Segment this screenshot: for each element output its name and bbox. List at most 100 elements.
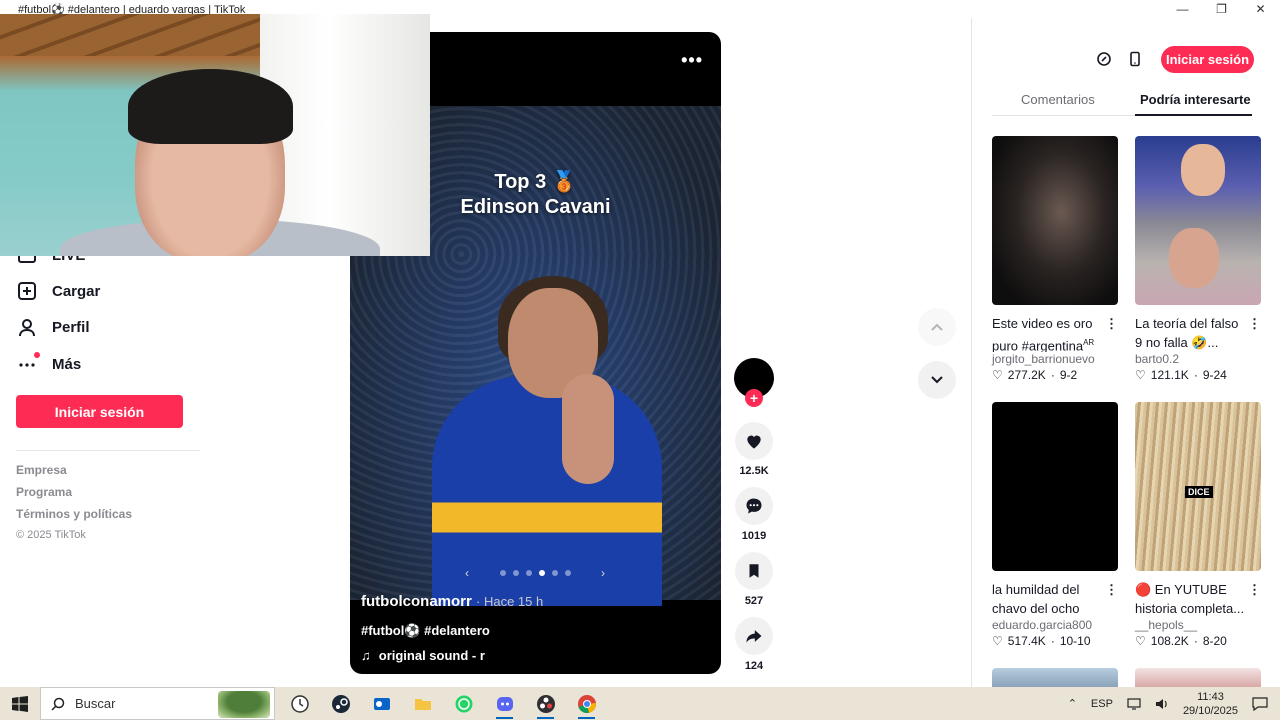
recommendation-user[interactable]: __hepols__ <box>1135 618 1261 632</box>
recommendation-title[interactable]: Este video es oro puro #argentinaAR ⋮ <box>992 314 1118 352</box>
recommendation-card[interactable]: DICE 🔴 En YUTUBE historia completa... ⋮ … <box>1135 402 1261 648</box>
clock-app-icon[interactable] <box>283 687 316 720</box>
volume-icon[interactable] <box>1155 698 1169 710</box>
stats-separator: · <box>1050 368 1055 382</box>
follow-button[interactable]: + <box>745 389 763 407</box>
author-name[interactable]: futbolconamorr <box>361 593 472 610</box>
outlook-icon[interactable] <box>365 687 398 720</box>
save-button[interactable] <box>735 552 773 590</box>
language-indicator[interactable]: ESP <box>1091 698 1113 710</box>
recommendation-card[interactable]: La teoría del falso 9 no falla 🤣... ⋮ ba… <box>1135 136 1261 382</box>
sound-name[interactable]: original sound - r <box>379 648 485 663</box>
card-more-icon[interactable]: ⋮ <box>1248 580 1261 599</box>
chevron-up-icon[interactable]: ⌃ <box>1068 697 1077 710</box>
comment-count: 1019 <box>741 530 767 542</box>
post-time: · Hace 15 h <box>476 594 544 609</box>
recommendation-user[interactable]: jorgito_barrionuevo <box>992 352 1118 366</box>
recommendation-title-text: Este video es oro puro #argentina <box>992 316 1093 352</box>
comment-icon <box>746 498 762 514</box>
recommendation-thumbnail[interactable] <box>992 402 1118 571</box>
coin-icon[interactable] <box>1096 51 1112 67</box>
sidebar-item-more[interactable]: Más <box>16 352 81 375</box>
sidebar-item-upload[interactable]: Cargar <box>16 280 100 302</box>
more-options-icon[interactable]: ••• <box>681 50 703 71</box>
maximize-button[interactable]: ❐ <box>1202 0 1241 18</box>
previous-video-button[interactable] <box>918 308 956 346</box>
carousel-dot[interactable] <box>512 570 519 576</box>
carousel-prev-button[interactable]: ‹ <box>465 566 469 580</box>
tab-comments[interactable]: Comentarios <box>1021 92 1095 107</box>
carousel-next-button[interactable]: › <box>601 566 605 580</box>
video-author[interactable]: futbolconamorr · Hace 15 h <box>361 593 543 610</box>
like-button[interactable] <box>735 422 773 460</box>
carousel-dots <box>499 570 571 576</box>
video-player-hands <box>562 374 614 484</box>
sidebar-login-button[interactable]: Iniciar sesión <box>16 395 183 428</box>
upload-icon <box>16 280 38 302</box>
recommendation-stats: ♡ 277.2K · 9-2 <box>992 368 1118 382</box>
recommendation-title[interactable]: 🔴 En YUTUBE historia completa... ⋮ <box>1135 580 1261 618</box>
discord-icon[interactable] <box>488 687 521 720</box>
carousel-dot[interactable] <box>525 570 532 576</box>
recommendation-stats: ♡ 108.2K · 8-20 <box>1135 634 1261 648</box>
profile-icon <box>16 316 38 338</box>
stats-separator: · <box>1193 368 1198 382</box>
video-sound[interactable]: ♫ original sound - r <box>361 648 485 663</box>
music-note-icon: ♫ <box>361 648 371 663</box>
recommendation-card[interactable]: Este video es oro puro #argentinaAR ⋮ jo… <box>992 136 1118 382</box>
header-login-button[interactable]: Iniciar sesión <box>1161 46 1254 73</box>
heart-outline-icon: ♡ <box>992 634 1003 648</box>
recommendation-thumbnail[interactable] <box>992 136 1118 305</box>
footer-link-program[interactable]: Programa <box>16 485 72 499</box>
stats-separator: · <box>1193 634 1198 648</box>
carousel-dot[interactable] <box>499 570 506 576</box>
recommendation-likes: 108.2K <box>1150 634 1189 648</box>
steam-icon[interactable] <box>324 687 357 720</box>
mobile-app-icon[interactable] <box>1127 51 1143 67</box>
share-icon <box>746 630 762 643</box>
recommendation-thumbnail[interactable] <box>1135 668 1261 687</box>
share-count: 124 <box>744 660 764 672</box>
country-badge: AR <box>1083 338 1095 347</box>
recommendation-thumbnail[interactable] <box>992 668 1118 687</box>
start-button[interactable] <box>0 687 40 720</box>
recommendation-thumbnail[interactable]: DICE <box>1135 402 1261 571</box>
file-explorer-icon[interactable] <box>406 687 439 720</box>
recommendation-user[interactable]: barto0.2 <box>1135 352 1261 366</box>
footer-link-company[interactable]: Empresa <box>16 463 67 477</box>
taskbar-search[interactable]: Buscar <box>40 687 275 720</box>
network-icon[interactable] <box>1127 697 1141 710</box>
pinned-apps <box>283 687 603 720</box>
notifications-icon[interactable] <box>1252 696 1268 711</box>
whatsapp-icon[interactable] <box>447 687 480 720</box>
recommendation-user[interactable]: eduardo.garcia800 <box>992 618 1118 632</box>
sidebar-item-profile[interactable]: Perfil <box>16 316 90 338</box>
next-video-button[interactable] <box>918 361 956 399</box>
footer-link-terms[interactable]: Términos y políticas <box>16 507 132 521</box>
right-panel-separator <box>971 18 972 688</box>
recommendation-thumbnail[interactable] <box>1135 136 1261 305</box>
system-tray: ⌃ ESP 11:43 29/10/2025 <box>1068 687 1280 720</box>
recommendation-title[interactable]: La teoría del falso 9 no falla 🤣... ⋮ <box>1135 314 1261 352</box>
thumbnail-face <box>1181 144 1225 196</box>
sidebar-item-label: Perfil <box>52 318 90 336</box>
video-hashtags[interactable]: #futbol⚽ #delantero <box>361 623 490 639</box>
tab-you-may-like[interactable]: Podría interesarte <box>1140 92 1251 107</box>
carousel-dot[interactable] <box>538 570 545 576</box>
recommendation-title[interactable]: la humildad del chavo del ocho ⋮ <box>992 580 1118 618</box>
system-clock[interactable]: 11:43 29/10/2025 <box>1183 690 1238 718</box>
chrome-icon[interactable] <box>570 687 603 720</box>
heart-icon <box>747 435 761 449</box>
comment-button[interactable] <box>735 487 773 525</box>
carousel-dot[interactable] <box>564 570 571 576</box>
card-more-icon[interactable]: ⋮ <box>1248 314 1261 333</box>
chevron-up-icon <box>931 323 943 331</box>
minimize-button[interactable]: — <box>1163 0 1202 18</box>
share-button[interactable] <box>735 617 773 655</box>
carousel-dot[interactable] <box>551 570 558 576</box>
close-window-button[interactable]: ✕ <box>1241 0 1280 18</box>
card-more-icon[interactable]: ⋮ <box>1105 314 1118 333</box>
card-more-icon[interactable]: ⋮ <box>1105 580 1118 599</box>
recommendation-card[interactable]: la humildad del chavo del ocho ⋮ eduardo… <box>992 402 1118 648</box>
obs-icon[interactable] <box>529 687 562 720</box>
